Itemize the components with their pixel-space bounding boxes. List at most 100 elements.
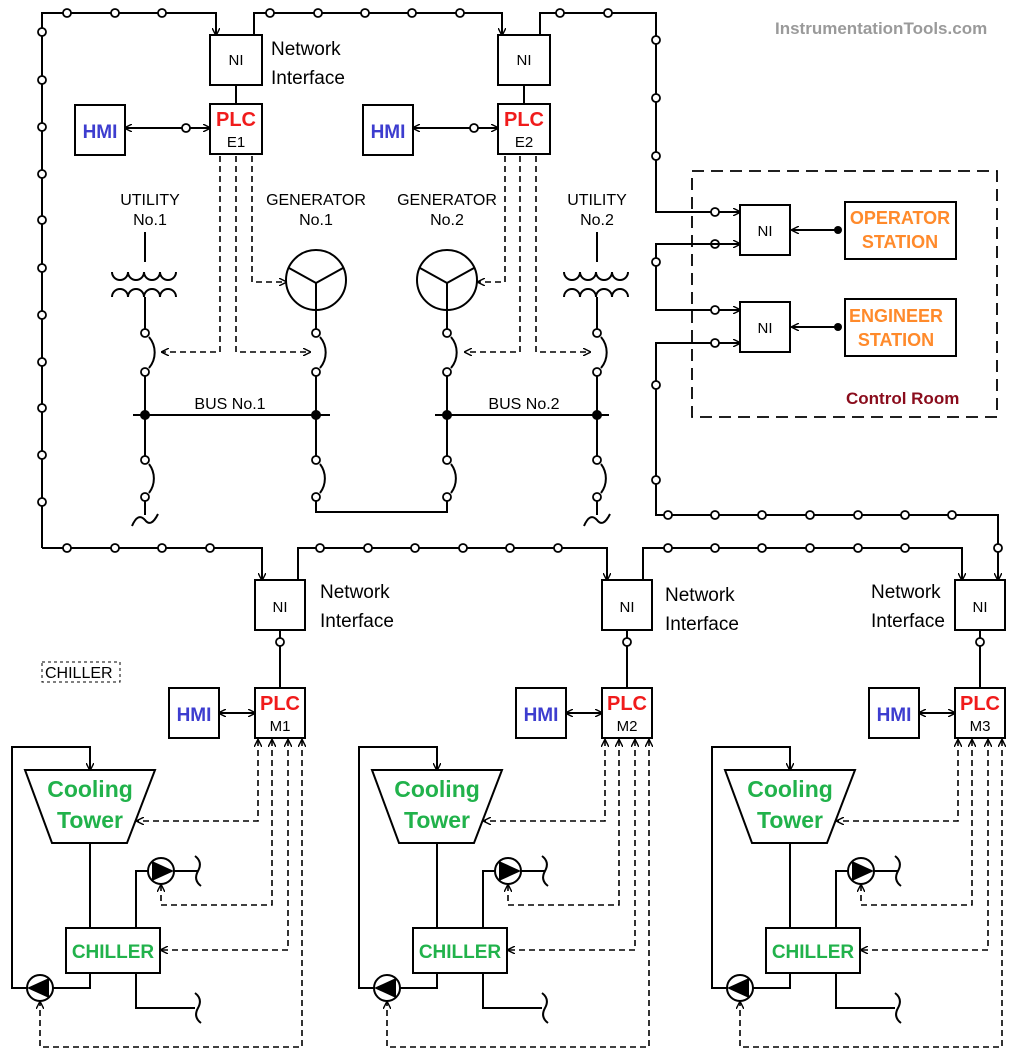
circuit-breaker xyxy=(319,336,327,369)
utility-2-label: UTILITY xyxy=(567,192,627,209)
network-node xyxy=(853,543,863,553)
network-node xyxy=(37,215,47,225)
cable-end-icon xyxy=(541,992,549,1024)
engineer-label: ENGINEER xyxy=(849,306,943,326)
network-node xyxy=(757,510,767,520)
generator-winding xyxy=(288,267,344,285)
network-label: Network xyxy=(271,39,341,60)
network-label: Network xyxy=(320,582,390,603)
control-signal xyxy=(235,156,310,352)
network-label: Network xyxy=(871,582,941,603)
network-node xyxy=(710,305,720,315)
network-node xyxy=(360,8,370,18)
control-signal xyxy=(535,156,590,352)
network-node xyxy=(622,637,632,647)
chiller-label: CHILLER xyxy=(419,942,502,963)
network-cable xyxy=(655,243,740,310)
network-node xyxy=(975,637,985,647)
network-node xyxy=(553,543,563,553)
tower-label: Tower xyxy=(57,807,123,833)
control-signal xyxy=(484,740,605,821)
generator-1-number: No.1 xyxy=(299,212,333,229)
network-node xyxy=(469,123,479,133)
network-node xyxy=(663,510,673,520)
plc-label: PLC xyxy=(504,109,544,131)
network-cable xyxy=(41,12,216,548)
network-node xyxy=(651,93,661,103)
pipe xyxy=(482,870,495,928)
cooling-label: Cooling xyxy=(747,776,833,802)
circuit-breaker xyxy=(148,336,156,369)
plc-network-diagram: NI PLC E1 HMI NI PLC E2 HMI Network Interface UTIL… xyxy=(11,8,1006,1048)
network-node xyxy=(900,543,910,553)
control-room-label: Control Room xyxy=(846,389,959,408)
station-label: STATION xyxy=(858,330,934,350)
network-node xyxy=(313,8,323,18)
network-node xyxy=(407,8,417,18)
network-node xyxy=(37,263,47,273)
utility-1-number: No.1 xyxy=(133,212,167,229)
cable-end-icon xyxy=(583,513,611,527)
network-node xyxy=(900,510,910,520)
interface-label: Interface xyxy=(320,611,394,632)
hmi-label: HMI xyxy=(371,122,406,143)
plc-id: M3 xyxy=(970,718,991,735)
control-signal xyxy=(465,156,521,352)
generator-2-number: No.2 xyxy=(430,212,464,229)
network-node xyxy=(311,367,321,377)
ni-label: NI xyxy=(973,599,988,616)
pipe xyxy=(53,973,91,989)
network-node xyxy=(442,328,452,338)
pipe xyxy=(135,973,195,1009)
ni-label: NI xyxy=(517,52,532,69)
network-node xyxy=(458,543,468,553)
bus-1-label: BUS No.1 xyxy=(194,396,265,413)
network-node xyxy=(157,543,167,553)
network-node xyxy=(442,367,452,377)
pipe xyxy=(400,973,438,989)
network-node xyxy=(37,403,47,413)
cable-end-icon xyxy=(131,513,159,527)
plc-label: PLC xyxy=(960,693,1000,715)
network-node xyxy=(442,492,452,502)
network-cable xyxy=(655,342,999,580)
circuit-breaker xyxy=(319,463,326,494)
pipe xyxy=(835,973,895,1009)
network-node xyxy=(140,367,150,377)
network-node xyxy=(442,455,452,465)
network-node xyxy=(363,543,373,553)
network-cable xyxy=(539,12,740,212)
plc-label: PLC xyxy=(260,693,300,715)
watermark: InstrumentationTools.com xyxy=(775,19,987,38)
cable-end-icon xyxy=(894,992,902,1024)
generator-1-label: GENERATOR xyxy=(266,192,366,209)
connector xyxy=(834,323,842,331)
interface-label: Interface xyxy=(271,68,345,89)
network-node xyxy=(315,543,325,553)
circuit-breaker xyxy=(600,336,608,369)
tower-label: Tower xyxy=(404,807,470,833)
control-signal xyxy=(161,740,288,950)
control-signal xyxy=(861,740,988,950)
tower-label: Tower xyxy=(757,807,823,833)
network-node xyxy=(62,543,72,553)
interface-label: Interface xyxy=(871,611,945,632)
pipe xyxy=(835,870,848,928)
network-node xyxy=(651,475,661,485)
network-node xyxy=(37,75,47,85)
network-node xyxy=(592,455,602,465)
network-node xyxy=(140,455,150,465)
generator-2-label: GENERATOR xyxy=(397,192,497,209)
control-signal xyxy=(162,156,221,352)
control-signal xyxy=(161,740,272,906)
circuit-breaker xyxy=(148,463,155,494)
circuit-breaker xyxy=(600,463,607,494)
network-node xyxy=(181,123,191,133)
network-node xyxy=(603,8,613,18)
circuit-breaker xyxy=(450,336,458,369)
transformer-coil xyxy=(563,288,629,298)
network-node xyxy=(651,380,661,390)
network-node xyxy=(592,328,602,338)
chiller-label: CHILLER xyxy=(72,942,155,963)
plc-id: M1 xyxy=(270,718,291,735)
